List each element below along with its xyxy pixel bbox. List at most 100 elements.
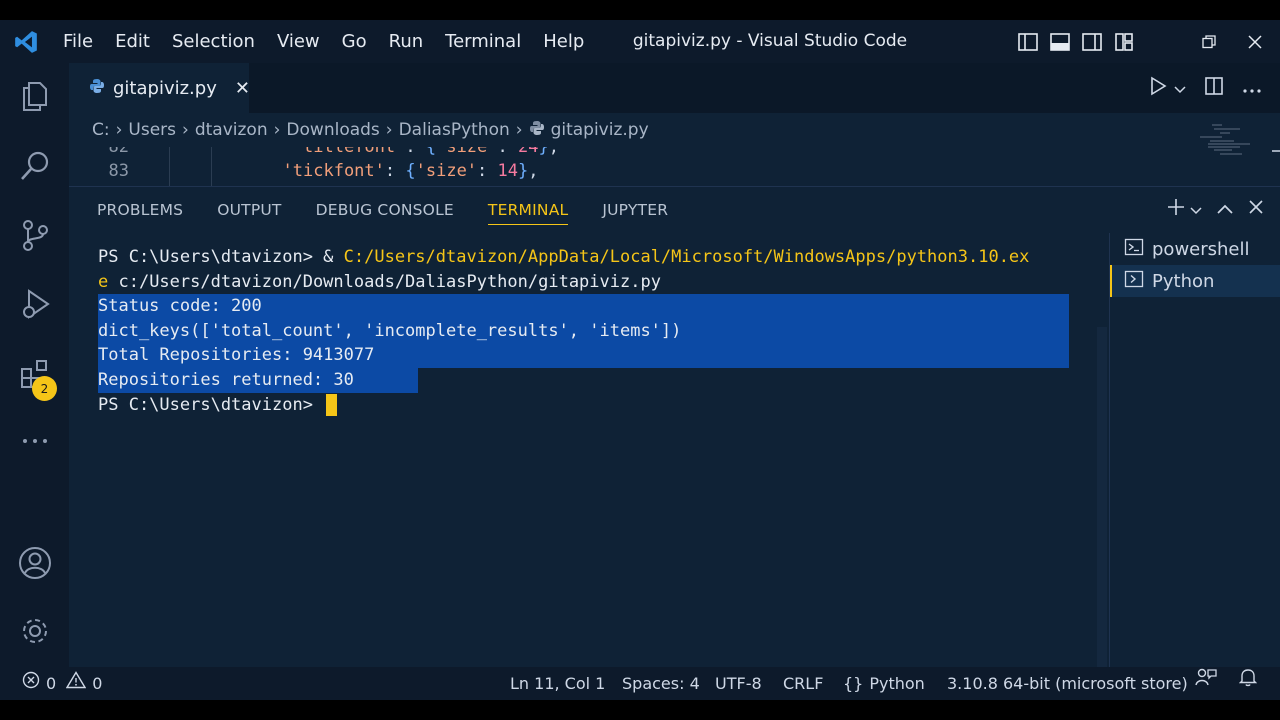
customize-layout-icon[interactable] [1112, 30, 1136, 54]
python-file-icon [89, 78, 105, 98]
indentation[interactable]: Spaces: 4 [622, 667, 700, 700]
run-debug-icon[interactable] [0, 276, 69, 332]
language-label: Python [869, 674, 925, 693]
run-python-file-icon[interactable] [1148, 76, 1168, 100]
terminal-prompt-line: PS C:\Users\dtavizon> [98, 393, 1073, 418]
terminal-cursor [326, 393, 338, 416]
toggle-secondary-sidebar-icon[interactable] [1080, 30, 1104, 54]
breadcrumb-daliaspython[interactable]: DaliasPython [399, 120, 510, 140]
split-editor-icon[interactable] [1204, 76, 1224, 100]
editor-tab-gitapiviz[interactable]: gitapiviz.py ✕ [69, 63, 250, 113]
cursor-position[interactable]: Ln 11, Col 1 [510, 667, 605, 700]
run-dropdown-chevron-icon[interactable] [1174, 79, 1186, 98]
terminal-item-label: Python [1152, 270, 1215, 292]
source-control-icon[interactable] [0, 207, 69, 263]
warning-count: 0 [92, 674, 103, 693]
terminal-prompt-icon [1124, 237, 1144, 262]
breadcrumb-chevron-icon: › [273, 120, 281, 140]
letterbox-top [0, 0, 1280, 20]
layout-controls [1016, 30, 1136, 54]
terminal-list: powershell Python [1109, 233, 1280, 668]
menu-selection[interactable]: Selection [161, 20, 266, 63]
breadcrumb: C: › Users › dtavizon › Downloads › Dali… [69, 113, 1280, 147]
tab-close-icon[interactable]: ✕ [235, 78, 250, 99]
breadcrumb-chevron-icon: › [515, 120, 523, 140]
editor-tab-strip: gitapiviz.py ✕ [69, 63, 1280, 113]
breadcrumb-chevron-icon: › [182, 120, 189, 140]
breadcrumb-users[interactable]: Users [128, 120, 176, 140]
encoding[interactable]: UTF-8 [715, 667, 762, 700]
breadcrumb-downloads[interactable]: Downloads [286, 120, 379, 140]
menu-terminal[interactable]: Terminal [434, 20, 532, 63]
toggle-panel-icon[interactable] [1048, 30, 1072, 54]
close-window-icon[interactable] [1232, 20, 1278, 63]
code-view[interactable]: 82 'titlefont': {'size': 24}, 83 'tickfo… [69, 147, 1280, 186]
tab-jupyter[interactable]: JUPYTER [602, 187, 668, 233]
breadcrumb-file[interactable]: gitapiviz.py [551, 120, 649, 140]
tab-problems[interactable]: PROBLEMS [97, 187, 183, 233]
breadcrumb-chevron-icon: › [115, 120, 123, 140]
terminal-output-line: Total Repositories: 9413077 [98, 343, 1073, 368]
title-bar: File Edit Selection View Go Run Terminal… [0, 20, 1280, 63]
new-terminal-plus-icon[interactable] [1166, 197, 1186, 221]
menu-run[interactable]: Run [378, 20, 435, 63]
more-actions-icon[interactable] [1242, 79, 1262, 98]
tab-output[interactable]: OUTPUT [217, 187, 281, 233]
accounts-icon[interactable] [0, 535, 69, 591]
terminal-dropdown-chevron-icon[interactable] [1190, 200, 1202, 219]
menu-go[interactable]: Go [331, 20, 378, 63]
letterbox-bottom [0, 700, 1280, 720]
code-line-82: 82 'titlefont': {'size': 24}, [108, 147, 559, 157]
status-bar: 0 0 Ln 11, Col 1 Spaces: 4 UTF-8 CRLF {}… [0, 667, 1280, 700]
restore-window-icon[interactable] [1186, 20, 1232, 63]
menu-file[interactable]: File [52, 20, 104, 63]
tab-debug-console[interactable]: DEBUG CONSOLE [316, 187, 454, 233]
python-interpreter[interactable]: 3.10.8 64-bit (microsoft store) [947, 667, 1188, 700]
terminal-item-label: powershell [1152, 238, 1250, 260]
minimap[interactable] [1130, 113, 1280, 186]
terminal-command-line: PS C:\Users\dtavizon> & C:/Users/dtavizo… [98, 247, 1030, 267]
terminal-output-line: dict_keys(['total_count', 'incomplete_re… [98, 318, 1073, 344]
window-title: gitapiviz.py - Visual Studio Code [632, 31, 908, 51]
window-controls [1186, 20, 1278, 63]
editor-actions [1148, 76, 1262, 100]
terminal-command-line-wrap: e c:/Users/dtavizon/Downloads/DaliasPyth… [98, 271, 661, 292]
problems-status[interactable]: 0 0 [22, 667, 102, 700]
warning-icon [65, 667, 87, 700]
line-endings[interactable]: CRLF [783, 667, 823, 700]
terminal-prompt-icon [1124, 269, 1144, 294]
bottom-panel: PROBLEMS OUTPUT DEBUG CONSOLE TERMINAL J… [69, 186, 1280, 668]
terminal-item-powershell[interactable]: powershell [1110, 233, 1280, 265]
breadcrumb-chevron-icon: › [385, 120, 393, 140]
editor-area: gitapiviz.py ✕ C: › Users › dtavizon › D… [69, 63, 1280, 186]
python-file-icon [529, 120, 545, 141]
menu-edit[interactable]: Edit [104, 20, 161, 63]
vscode-logo-icon[interactable] [0, 20, 52, 63]
toggle-primary-sidebar-icon[interactable] [1016, 30, 1040, 54]
extensions-badge: 2 [32, 376, 57, 401]
braces-icon: {} [843, 674, 864, 693]
breadcrumb-dtavizon[interactable]: dtavizon [195, 120, 268, 140]
tab-terminal[interactable]: TERMINAL [487, 187, 569, 233]
menu-view[interactable]: View [266, 20, 331, 63]
breadcrumb-drive[interactable]: C: [92, 120, 110, 140]
search-icon[interactable] [0, 138, 69, 194]
code-line-83: 83 'tickfont': {'size': 14}, [108, 161, 539, 181]
maximize-panel-chevron-up-icon[interactable] [1216, 200, 1234, 219]
language-mode[interactable]: {} Python [843, 667, 925, 700]
terminal-output-line: Repositories returned: 30 [98, 367, 1073, 393]
terminal-scrollbar[interactable] [1097, 327, 1107, 667]
terminal-output-line: Status code: 200 [98, 294, 1073, 319]
menu-bar: File Edit Selection View Go Run Terminal… [52, 20, 595, 63]
terminal-item-python[interactable]: Python [1110, 265, 1280, 297]
more-views-icon[interactable] [0, 413, 69, 469]
feedback-icon[interactable] [1195, 667, 1217, 687]
panel-actions [1166, 197, 1264, 221]
manage-gear-icon[interactable] [0, 603, 69, 659]
error-icon [22, 667, 40, 700]
close-panel-icon[interactable] [1248, 199, 1264, 219]
explorer-icon[interactable] [0, 68, 69, 124]
panel-tabs: PROBLEMS OUTPUT DEBUG CONSOLE TERMINAL J… [97, 187, 668, 233]
notifications-bell-icon[interactable] [1239, 667, 1257, 687]
terminal-output[interactable]: PS C:\Users\dtavizon> & C:/Users/dtavizo… [98, 245, 1073, 417]
